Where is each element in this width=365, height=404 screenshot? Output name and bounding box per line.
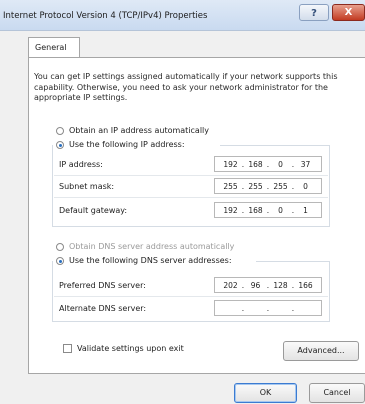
- ip-address-label: IP address:: [59, 160, 103, 169]
- validate-settings-label: Validate settings upon exit: [77, 344, 184, 353]
- row-divider: [54, 197, 328, 198]
- preferred-dns-label: Preferred DNS server:: [59, 281, 146, 290]
- alternate-dns-input[interactable]: ...: [214, 300, 322, 316]
- intro-text: You can get IP settings assigned automat…: [34, 72, 338, 102]
- ip-address-input[interactable]: 192. 168. 0. 37: [214, 156, 322, 172]
- row-divider: [54, 296, 328, 297]
- validate-settings-checkbox[interactable]: [63, 344, 72, 353]
- obtain-ip-auto-label: Obtain an IP address automatically: [69, 126, 210, 135]
- obtain-ip-auto-radio[interactable]: [56, 127, 64, 135]
- obtain-dns-auto-label: Obtain DNS server address automatically: [69, 242, 235, 251]
- default-gateway-input[interactable]: 192. 168. 0. 1: [214, 202, 322, 218]
- obtain-dns-auto-radio[interactable]: [56, 243, 64, 251]
- ok-button[interactable]: OK: [234, 383, 297, 403]
- subnet-mask-label: Subnet mask:: [59, 182, 115, 191]
- preferred-dns-input[interactable]: 202. 96. 128. 166: [214, 277, 322, 293]
- alternate-dns-label: Alternate DNS server:: [59, 304, 147, 313]
- window-title: Internet Protocol Version 4 (TCP/IPv4) P…: [3, 11, 208, 21]
- row-divider: [54, 175, 328, 176]
- subnet-mask-input[interactable]: 255. 255. 255. 0: [214, 178, 322, 194]
- default-gateway-label: Default gateway:: [59, 206, 128, 215]
- cancel-button[interactable]: Cancel: [309, 383, 365, 403]
- title-bar: Internet Protocol Version 4 (TCP/IPv4) P…: [0, 0, 365, 31]
- close-button[interactable]: X: [332, 4, 365, 21]
- ipv4-properties-dialog: Internet Protocol Version 4 (TCP/IPv4) P…: [0, 0, 365, 404]
- help-button[interactable]: ?: [299, 4, 329, 21]
- tab-general[interactable]: General: [28, 37, 80, 58]
- advanced-button[interactable]: Advanced...: [283, 341, 359, 361]
